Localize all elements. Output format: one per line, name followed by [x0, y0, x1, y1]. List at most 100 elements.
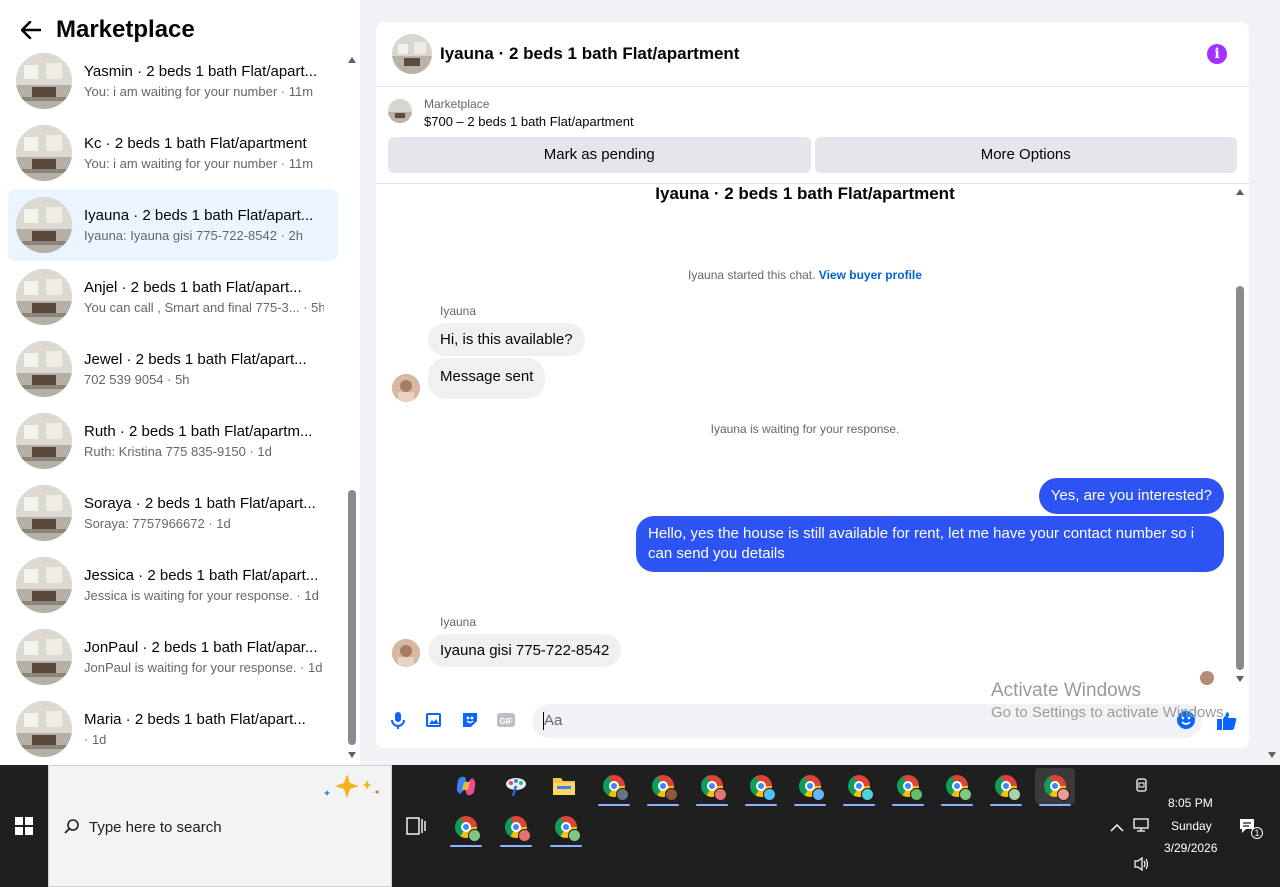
listing-avatar: [16, 197, 72, 253]
conversation-item[interactable]: Soraya · 2 beds 1 bath Flat/apart... Sora…: [8, 477, 338, 549]
chrome-window-button[interactable]: [643, 768, 683, 806]
chrome-window-button[interactable]: [888, 768, 928, 806]
search-placeholder: Type here to search: [89, 819, 222, 836]
gif-icon[interactable]: GIF: [496, 710, 516, 730]
chrome-window-button[interactable]: [546, 809, 586, 847]
svg-text:GIF: GIF: [499, 717, 512, 726]
conversation-text: Maria · 2 beds 1 bath Flat/apart... · 1d: [84, 710, 324, 749]
taskbar-search-box[interactable]: Type here to search: [48, 765, 392, 887]
incoming-message[interactable]: Hi, is this available?: [428, 323, 585, 356]
conversation-text: Jewel · 2 beds 1 bath Flat/apart... 702 5…: [84, 350, 324, 389]
sender-avatar[interactable]: [392, 639, 420, 667]
message-thread: Iyauna · 2 beds 1 bath Flat/apartment Iy…: [376, 184, 1249, 694]
windows-start-button[interactable]: [0, 765, 48, 887]
conversation-list: Yasmin · 2 beds 1 bath Flat/apart... You:…: [8, 45, 338, 765]
scrollbar-thumb[interactable]: [348, 490, 356, 745]
chat-scroll-up-icon[interactable]: [1236, 189, 1244, 195]
conversation-item[interactable]: Kc · 2 beds 1 bath Flat/apartment You: i …: [8, 117, 338, 189]
file-explorer-icon[interactable]: [544, 768, 584, 804]
chrome-window-button[interactable]: [839, 768, 879, 806]
conversation-item[interactable]: Jessica · 2 beds 1 bath Flat/apart... Jes…: [8, 549, 338, 621]
notification-center-icon[interactable]: 1: [1238, 817, 1263, 842]
speaker-volume-icon[interactable]: [1133, 856, 1151, 877]
outgoing-message[interactable]: Hello, yes the house is still available …: [636, 516, 1224, 572]
outgoing-message[interactable]: Yes, are you interested?: [1038, 478, 1224, 514]
listing-avatar: [16, 53, 72, 109]
sidebar-scrollbar[interactable]: [345, 55, 359, 760]
scroll-down-arrow-icon[interactable]: [348, 752, 356, 758]
show-hidden-icons-chevron-icon[interactable]: [1110, 820, 1124, 838]
meet-now-icon[interactable]: [1134, 777, 1150, 798]
chrome-window-button[interactable]: [741, 768, 781, 806]
started-note-text: Iyauna started this chat.: [688, 268, 816, 282]
chrome-icon: [848, 775, 874, 801]
sidebar-title: Marketplace: [56, 16, 195, 43]
thumbs-up-icon[interactable]: [1216, 710, 1237, 730]
message-composer: GIF Aa: [376, 702, 1249, 742]
page-scroll-down-icon[interactable]: [1268, 752, 1276, 758]
listing-avatar: [16, 701, 72, 757]
conversation-item[interactable]: Jewel · 2 beds 1 bath Flat/apart... 702 5…: [8, 333, 338, 405]
incoming-message[interactable]: Message sent: [428, 358, 546, 399]
conversation-text: JonPaul · 2 beds 1 bath Flat/apar... JonP…: [84, 638, 324, 677]
chat-scrollbar[interactable]: [1234, 184, 1247, 684]
conversation-item[interactable]: Maria · 2 beds 1 bath Flat/apart... · 1d: [8, 693, 338, 765]
thread-title: Iyauna · 2 beds 1 bath Flat/apartment: [655, 184, 955, 203]
message-input[interactable]: Aa: [532, 704, 1202, 738]
waiting-note: Iyauna is waiting for your response.: [710, 422, 900, 436]
sender-avatar[interactable]: [392, 374, 420, 402]
listing-thumbnail[interactable]: [388, 99, 412, 123]
chat-started-note: Iyauna started this chat. View buyer pro…: [376, 268, 1234, 282]
conversation-item[interactable]: Anjel · 2 beds 1 bath Flat/apart... You c…: [8, 261, 338, 333]
conversation-item[interactable]: JonPaul · 2 beds 1 bath Flat/apar... JonP…: [8, 621, 338, 693]
chrome-window-button[interactable]: [1035, 768, 1075, 806]
sender-name: Iyauna: [440, 615, 477, 629]
conversation-preview: You can call , Smart and final 775-3... …: [84, 299, 324, 315]
sparkle-icon[interactable]: [321, 772, 387, 807]
clock-date[interactable]: 3/29/2026: [1164, 841, 1217, 855]
listing-actions: Mark as pending More Options: [388, 137, 1237, 173]
chrome-icon: [701, 775, 727, 801]
conversation-item[interactable]: Ruth · 2 beds 1 bath Flat/apartm... Ruth:…: [8, 405, 338, 477]
emoji-icon[interactable]: [1176, 710, 1196, 730]
mark-as-pending-button[interactable]: Mark as pending: [388, 137, 811, 173]
view-buyer-profile-link[interactable]: View buyer profile: [819, 268, 922, 282]
chrome-window-button[interactable]: [790, 768, 830, 806]
conversation-preview: You: i am waiting for your number · 11m: [84, 155, 314, 171]
more-options-button[interactable]: More Options: [814, 137, 1237, 173]
chrome-icon: [995, 775, 1021, 801]
conversation-item[interactable]: Yasmin · 2 beds 1 bath Flat/apart... You:…: [8, 45, 338, 117]
chat-scroll-down-icon[interactable]: [1236, 676, 1244, 682]
conversation-title: Ruth · 2 beds 1 bath Flat/apartm...: [84, 422, 313, 440]
chrome-window-button[interactable]: [937, 768, 977, 806]
chrome-window-button[interactable]: [692, 768, 732, 806]
clock-day[interactable]: Sunday: [1171, 819, 1212, 833]
copilot-app-icon[interactable]: [446, 768, 486, 804]
listing-price[interactable]: $700 – 2 beds 1 bath Flat/apartment: [424, 114, 634, 129]
info-icon[interactable]: i: [1207, 44, 1227, 64]
scroll-up-arrow-icon[interactable]: [348, 57, 356, 63]
chat-title[interactable]: Iyauna · 2 beds 1 bath Flat/apartment: [440, 44, 739, 64]
chrome-window-button[interactable]: [594, 768, 634, 806]
chat-scrollbar-thumb[interactable]: [1236, 286, 1244, 670]
conversation-item[interactable]: Iyauna · 2 beds 1 bath Flat/apart... Iyau…: [8, 189, 338, 261]
listing-avatar: [16, 557, 72, 613]
back-arrow-icon[interactable]: [18, 17, 44, 43]
listing-avatar: [16, 125, 72, 181]
conversation-preview: Ruth: Kristina 775 835-9150 · 1d: [84, 443, 272, 459]
photo-icon[interactable]: [424, 710, 444, 730]
chrome-window-button[interactable]: [496, 809, 536, 847]
chat-header: Iyauna · 2 beds 1 bath Flat/apartment i: [376, 22, 1249, 87]
listing-avatar[interactable]: [392, 34, 432, 74]
incoming-message[interactable]: Iyauna gisi 775-722-8542: [428, 634, 622, 667]
clock-time[interactable]: 8:05 PM: [1168, 796, 1213, 810]
paint-app-icon[interactable]: [496, 768, 536, 804]
network-icon[interactable]: [1133, 817, 1151, 838]
microphone-icon[interactable]: [388, 710, 408, 730]
chrome-icon: [799, 775, 825, 801]
chrome-window-button[interactable]: [446, 809, 486, 847]
chrome-window-button[interactable]: [986, 768, 1026, 806]
task-view-icon[interactable]: [406, 817, 426, 840]
windows-logo-icon: [15, 817, 33, 835]
sticker-icon[interactable]: [460, 710, 480, 730]
